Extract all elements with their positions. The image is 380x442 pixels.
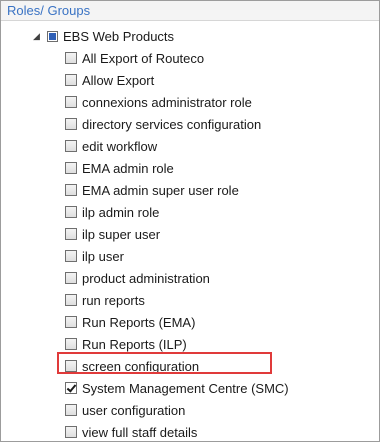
- tree-item[interactable]: Allow Export: [65, 71, 154, 89]
- tree-item[interactable]: view full staff details: [65, 423, 197, 441]
- role-label: EMA admin role: [82, 160, 174, 176]
- highlight-box: [57, 352, 272, 374]
- role-label: connexions administrator role: [82, 94, 252, 110]
- role-label: run reports: [82, 292, 145, 308]
- role-label: System Management Centre (SMC): [82, 380, 289, 396]
- role-label: Allow Export: [82, 72, 155, 88]
- tree-item[interactable]: run reports: [65, 291, 145, 309]
- role-checkbox[interactable]: [65, 272, 77, 284]
- role-checkbox[interactable]: [65, 140, 77, 152]
- panel-title: Roles/ Groups: [1, 1, 379, 21]
- role-checkbox[interactable]: [65, 426, 77, 438]
- role-label: directory services configuration: [82, 116, 262, 132]
- tree-root-label: EBS Web Products: [63, 28, 175, 44]
- role-checkbox[interactable]: [65, 162, 77, 174]
- tree-item[interactable]: Run Reports (ILP): [65, 335, 187, 353]
- role-checkbox[interactable]: [65, 206, 77, 218]
- root-partial-checkbox[interactable]: [47, 30, 58, 42]
- role-checkbox[interactable]: [65, 184, 77, 196]
- role-checkbox[interactable]: [65, 316, 77, 328]
- role-label: product administration: [82, 270, 210, 286]
- role-checkbox[interactable]: [65, 74, 77, 86]
- tree-item[interactable]: EMA admin super user role: [65, 181, 239, 199]
- role-checkbox[interactable]: [65, 382, 77, 394]
- tree-item[interactable]: directory services configuration: [65, 115, 261, 133]
- role-checkbox[interactable]: [65, 404, 77, 416]
- tree-item[interactable]: user configuration: [65, 401, 185, 419]
- tree-item[interactable]: EMA admin role: [65, 159, 174, 177]
- tree-item[interactable]: All Export of Routeco: [65, 49, 204, 67]
- role-label: user configuration: [82, 402, 186, 418]
- tree-item[interactable]: Run Reports (EMA): [65, 313, 195, 331]
- role-label: ilp super user: [82, 226, 161, 242]
- role-label: Run Reports (ILP): [82, 336, 187, 352]
- role-checkbox[interactable]: [65, 52, 77, 64]
- roles-groups-panel: Roles/ Groups EBS Web Products All Expor…: [0, 0, 380, 442]
- tree-item[interactable]: ilp admin role: [65, 203, 159, 221]
- tree-item[interactable]: System Management Centre (SMC): [65, 379, 289, 397]
- tree-item[interactable]: edit workflow: [65, 137, 157, 155]
- tree-item[interactable]: connexions administrator role: [65, 93, 252, 111]
- role-checkbox[interactable]: [65, 338, 77, 350]
- tree-item[interactable]: ilp super user: [65, 225, 160, 243]
- role-checkbox[interactable]: [65, 294, 77, 306]
- role-label: All Export of Routeco: [82, 50, 205, 66]
- tree-item[interactable]: ilp user: [65, 247, 124, 265]
- role-label: EMA admin super user role: [82, 182, 239, 198]
- role-label: ilp user: [82, 248, 124, 264]
- role-checkbox[interactable]: [65, 118, 77, 130]
- role-checkbox[interactable]: [65, 96, 77, 108]
- role-label: Run Reports (EMA): [82, 314, 196, 330]
- tree-item[interactable]: product administration: [65, 269, 210, 287]
- role-checkbox[interactable]: [65, 250, 77, 262]
- expand-collapse-icon[interactable]: [33, 32, 41, 40]
- tree-root-node[interactable]: EBS Web Products: [33, 27, 174, 45]
- role-label: edit workflow: [82, 138, 158, 154]
- role-checkbox[interactable]: [65, 228, 77, 240]
- roles-tree: EBS Web Products All Export of Routeco Al…: [1, 22, 379, 441]
- role-label: ilp admin role: [82, 204, 160, 220]
- role-label: view full staff details: [82, 424, 198, 440]
